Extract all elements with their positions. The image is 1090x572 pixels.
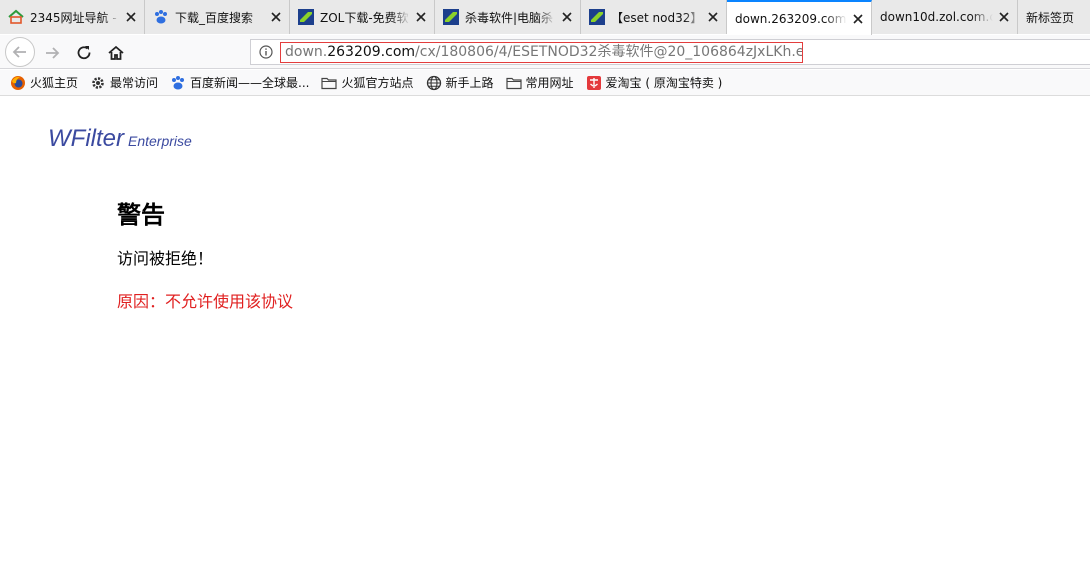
close-icon[interactable] [414, 10, 428, 24]
tab-title: 杀毒软件|电脑杀 [465, 10, 554, 25]
bookmark-ai-taobao[interactable]: 爱淘宝 ( 原淘宝特卖 ) [586, 74, 723, 91]
bookmark-most-visited[interactable]: 最常访问 [90, 74, 158, 91]
tab-down10d-zol[interactable]: down10d.zol.com.c [872, 0, 1018, 34]
tab-title: ZOL下载-免费软 [320, 10, 409, 25]
bookmark-baidu-news[interactable]: 百度新闻——全球最... [170, 74, 309, 91]
tab-zol-download[interactable]: ZOL下载-免费软 [290, 0, 435, 34]
bookmark-label: 火狐主页 [30, 76, 79, 90]
baidu-paw-icon [153, 9, 169, 25]
tab-strip: 2345网址导航 - 下载_百度搜索 ZOL下载-免费软 杀毒软件|电脑杀 【e… [0, 0, 1090, 35]
access-denied-message: 访问被拒绝！ [117, 249, 214, 268]
bookmark-firefox-official[interactable]: 火狐官方站点 [321, 74, 414, 91]
navigation-toolbar: down.263209.com/cx/180806/4/ESETNOD32杀毒软… [0, 35, 1090, 69]
tab-new-tab[interactable]: 新标签页 [1018, 0, 1090, 34]
tab-title: down.263209.com/ [735, 11, 847, 26]
bookmark-label: 新手上路 [445, 76, 494, 90]
bookmark-label: 最常访问 [110, 76, 159, 90]
close-icon[interactable] [269, 10, 283, 24]
bookmark-getting-started[interactable]: 新手上路 [426, 74, 494, 91]
url-host: 263209.com [327, 44, 416, 60]
bookmark-label: 百度新闻——全球最... [190, 76, 310, 90]
url-text[interactable]: down.263209.com/cx/180806/4/ESETNOD32杀毒软… [280, 42, 803, 63]
bookmark-label: 爱淘宝 ( 原淘宝特卖 ) [605, 76, 723, 90]
warning-heading: 警告 [117, 201, 165, 229]
info-icon[interactable] [259, 45, 273, 59]
gear-icon [90, 75, 106, 91]
url-prefix: down. [285, 44, 328, 60]
tab-title: 下载_百度搜索 [175, 10, 254, 25]
bookmark-label: 火狐官方站点 [341, 76, 414, 90]
tab-title: 新标签页 [1026, 10, 1075, 25]
zol-logo-icon [589, 9, 605, 25]
back-arrow-icon[interactable] [5, 37, 35, 67]
close-icon[interactable] [997, 10, 1011, 24]
zol-logo-icon [298, 9, 314, 25]
tab-2345[interactable]: 2345网址导航 - [0, 0, 145, 34]
tab-title: 【eset nod32】 [611, 10, 702, 25]
tab-title: down10d.zol.com.c [880, 10, 993, 24]
taobao-icon [586, 75, 602, 91]
globe-icon [426, 75, 442, 91]
reload-icon[interactable] [70, 39, 98, 67]
forward-arrow-icon[interactable] [38, 39, 66, 67]
close-icon[interactable] [124, 10, 138, 24]
denial-reason: 原因：不允许使用该协议 [117, 292, 294, 311]
tab-title: 2345网址导航 - [30, 10, 117, 25]
tab-eset[interactable]: 【eset nod32】 [581, 0, 727, 34]
home-icon[interactable] [102, 39, 130, 67]
folder-icon [505, 75, 522, 91]
tab-antivirus[interactable]: 杀毒软件|电脑杀 [435, 0, 581, 34]
bookmark-label: 常用网址 [525, 76, 574, 90]
url-path: /cx/180806/4/ESETNOD32杀毒软件@20_106864zJxL… [415, 44, 803, 60]
address-bar[interactable]: down.263209.com/cx/180806/4/ESETNOD32杀毒软… [250, 39, 1090, 65]
page-content: WFilter Enterprise 警告 访问被拒绝！ 原因：不允许使用该协议 [0, 97, 1090, 572]
brand-logo: WFilter Enterprise [48, 125, 192, 153]
folder-icon [321, 75, 338, 91]
close-icon[interactable] [706, 10, 720, 24]
firefox-icon [10, 75, 26, 91]
brand-name: WFilter [48, 125, 124, 152]
bookmark-firefox-home[interactable]: 火狐主页 [10, 74, 78, 91]
close-icon[interactable] [560, 10, 574, 24]
bookmarks-bar: 火狐主页 最常访问 百度新闻——全球最... 火狐官方站点 新手上路 常用网址 [0, 70, 1090, 96]
close-icon[interactable] [851, 12, 865, 26]
zol-logo-icon [443, 9, 459, 25]
bookmark-common-sites[interactable]: 常用网址 [505, 74, 574, 91]
tab-baidu[interactable]: 下载_百度搜索 [145, 0, 290, 34]
brand-edition: Enterprise [127, 133, 192, 149]
tab-down263209-active[interactable]: down.263209.com/ [727, 0, 872, 35]
baidu-paw-icon [170, 75, 186, 91]
house-2345-icon [8, 9, 24, 25]
